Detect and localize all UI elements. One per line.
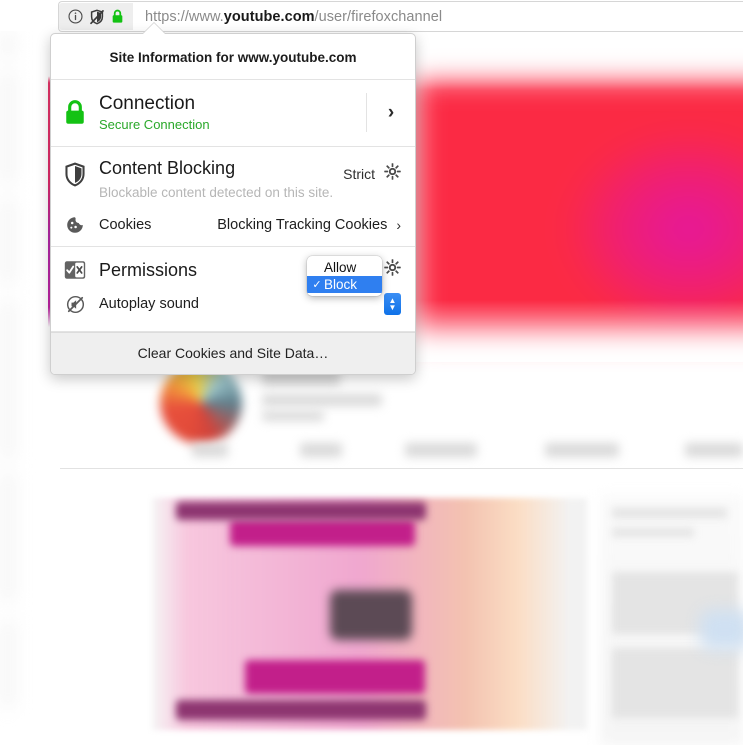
bg-thumb-center-block xyxy=(330,590,412,640)
bg-right-text xyxy=(612,528,694,537)
select-option-label: Allow xyxy=(324,260,357,275)
bg-nav-tab xyxy=(405,443,477,457)
bg-right-text xyxy=(612,508,727,518)
autoplay-sound-label: Autoplay sound xyxy=(99,296,199,313)
cookie-icon xyxy=(51,216,99,234)
bg-thumb-lower-bar xyxy=(245,660,425,694)
bg-nav-tab xyxy=(300,443,342,457)
bg-sidebar-panel xyxy=(2,620,14,708)
select-option-label: Block xyxy=(324,277,358,292)
stepper-down-icon: ▼ xyxy=(388,303,397,313)
bg-sidebar-panel xyxy=(2,300,14,460)
popup-arrow xyxy=(143,23,165,34)
bg-banner-fade-top xyxy=(410,40,743,90)
connection-title: Connection xyxy=(99,93,196,114)
bg-sidebar-panel xyxy=(2,472,14,602)
gear-icon[interactable] xyxy=(384,259,401,281)
bg-channel-meta xyxy=(262,411,324,421)
bg-nav-tab xyxy=(685,443,743,457)
content-blocking-right: Strict xyxy=(343,159,401,185)
cookies-chevron-icon[interactable]: › xyxy=(396,217,401,233)
permissions-checkbox-icon xyxy=(51,260,99,280)
shield-icon xyxy=(51,159,99,187)
popup-title: Site Information for www.youtube.com xyxy=(51,34,415,80)
content-blocking-main: Content Blocking Blockable content detec… xyxy=(99,158,343,201)
site-identity-box[interactable] xyxy=(59,3,133,30)
padlock-green-icon xyxy=(51,100,99,125)
url-text[interactable]: https://www.youtube.com/user/firefoxchan… xyxy=(133,9,442,25)
padlock-icon[interactable] xyxy=(111,9,124,24)
bg-nav-tab xyxy=(545,443,619,457)
select-option-check: ✓ xyxy=(312,279,322,291)
bg-thumb-bottom-bar xyxy=(176,700,426,720)
connection-chevron-icon[interactable]: › xyxy=(366,93,415,133)
cookies-state: Blocking Tracking Cookies xyxy=(217,217,388,234)
info-circle-icon[interactable] xyxy=(68,9,83,24)
bg-channel-banner xyxy=(415,78,743,338)
select-option-allow[interactable]: Allow xyxy=(307,259,382,276)
bg-sidebar-panel xyxy=(2,198,14,284)
section-connection: Connection Secure Connection › xyxy=(51,80,415,148)
content-blocking-level: Strict xyxy=(343,166,375,183)
cookies-row[interactable]: Cookies Blocking Tracking Cookies › xyxy=(51,206,415,246)
bg-thumb-top-bar xyxy=(176,502,426,520)
content-blocking-row: Content Blocking Blockable content detec… xyxy=(51,147,415,206)
bg-nav-underline xyxy=(60,468,743,469)
select-option-block[interactable]: ✓ Block xyxy=(307,276,382,293)
bg-sidebar-panel xyxy=(2,72,14,184)
url-path: /user/firefoxchannel xyxy=(314,8,443,25)
bg-nav-tab xyxy=(192,443,228,457)
bg-right-card xyxy=(612,648,738,718)
autoplay-sound-muted-icon xyxy=(51,295,99,314)
bg-banner-fade-bottom xyxy=(410,300,743,362)
autoplay-select-dropdown[interactable]: Allow ✓ Block xyxy=(307,256,382,296)
bg-channel-subtitle xyxy=(262,394,382,406)
browser-window: https://www.youtube.com/user/firefoxchan… xyxy=(0,0,743,745)
bg-thumb-text-bar xyxy=(230,520,415,546)
content-blocking-description: Blockable content detected on this site. xyxy=(99,185,334,201)
section-content-blocking: Content Blocking Blockable content detec… xyxy=(51,147,415,248)
connection-status: Secure Connection xyxy=(99,117,210,133)
connection-text: Connection Secure Connection xyxy=(99,93,366,132)
clear-cookies-and-site-data-button[interactable]: Clear Cookies and Site Data… xyxy=(51,332,415,375)
browser-url-bar: https://www.youtube.com/user/firefoxchan… xyxy=(0,0,743,32)
shield-crossed-icon[interactable] xyxy=(89,9,105,25)
url-host: youtube.com xyxy=(223,8,315,25)
cookies-label: Cookies xyxy=(99,217,152,234)
gear-icon[interactable] xyxy=(384,163,401,185)
bg-right-accent xyxy=(700,610,743,650)
content-blocking-title: Content Blocking xyxy=(99,158,236,179)
site-information-popup: Site Information for www.youtube.com Con… xyxy=(50,33,416,376)
connection-row[interactable]: Connection Secure Connection › xyxy=(51,80,415,146)
autoplay-value-stepper[interactable]: ▲ ▼ xyxy=(384,293,401,316)
